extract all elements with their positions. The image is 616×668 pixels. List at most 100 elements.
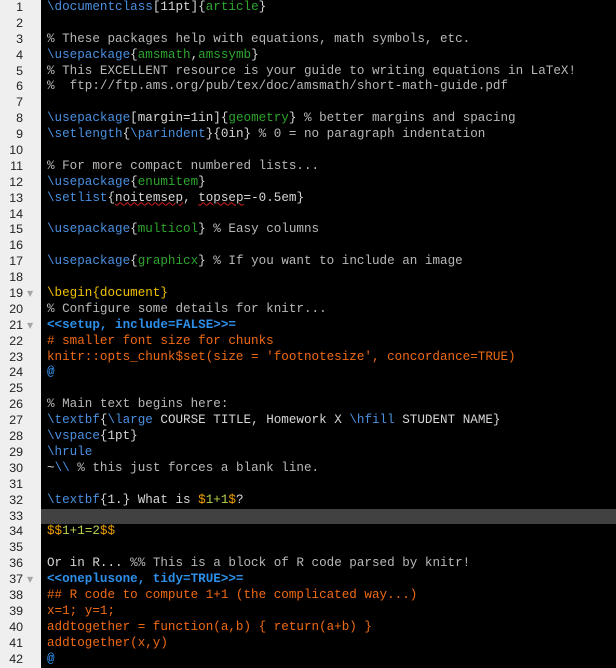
code-text[interactable]: \begin{document} (47, 286, 168, 302)
code-token: @ (47, 651, 55, 666)
code-text[interactable]: \setlist{noitemsep, topsep=-0.5em} (47, 191, 304, 207)
code-line[interactable]: 23 knitr::opts_chunk$set(size = 'footnote… (0, 350, 616, 366)
line-number: 20 (9, 301, 23, 316)
code-text[interactable]: ~\\ % this just forces a blank line. (47, 461, 319, 477)
code-line[interactable]: 13 \setlist{noitemsep, topsep=-0.5em} (0, 191, 616, 207)
code-line[interactable]: 24 @ (0, 365, 616, 381)
code-line[interactable]: 30 ~\\ % this just forces a blank line. (0, 461, 616, 477)
code-line[interactable]: 28 \vspace{1pt} (0, 429, 616, 445)
code-text[interactable]: \usepackage{graphicx} % If you want to i… (47, 254, 463, 270)
code-text[interactable]: \vspace{1pt} (47, 429, 138, 445)
code-token: } (198, 254, 214, 269)
code-text[interactable]: $$1+1=2$$ (47, 524, 115, 540)
code-line[interactable]: 17 \usepackage{graphicx} % If you want to… (0, 254, 616, 270)
code-line[interactable]: 42 @ (0, 652, 616, 668)
code-text[interactable]: @ (47, 365, 55, 381)
code-token: <<oneplusone, tidy=TRUE>>= (47, 572, 244, 587)
code-text[interactable]: % This EXCELLENT resource is your guide … (47, 64, 576, 80)
code-line[interactable]: 9 \setlength{\parindent}{0in} % 0 = no pa… (0, 127, 616, 143)
code-line[interactable]: 40 addtogether = function(a,b) { return(a… (0, 620, 616, 636)
code-text[interactable]: \usepackage[margin=1in]{geometry} % bett… (47, 111, 516, 127)
code-text[interactable]: ## R code to compute 1+1 (the complicate… (47, 588, 417, 604)
code-text[interactable]: knitr::opts_chunk$set(size = 'footnotesi… (47, 350, 516, 366)
code-line[interactable]: 15 \usepackage{multicol} % Easy columns (0, 222, 616, 238)
code-text[interactable]: <<setup, include=FALSE>>= (47, 318, 236, 334)
code-line[interactable]: 39 x=1; y=1; (0, 604, 616, 620)
code-line[interactable]: 8 \usepackage[margin=1in]{geometry} % bet… (0, 111, 616, 127)
fold-arrow-icon[interactable]: ▼ (27, 318, 33, 334)
code-line[interactable]: 10 (0, 143, 616, 159)
code-line[interactable]: 2 (0, 16, 616, 32)
code-token: amsmath (137, 47, 191, 62)
code-token: ? (235, 492, 244, 507)
code-line[interactable]: 11 % For more compact numbered lists... (0, 159, 616, 175)
code-line[interactable]: 21 ▼ <<setup, include=FALSE>>= (0, 318, 616, 334)
code-text[interactable]: <<oneplusone, tidy=TRUE>>= (47, 572, 244, 588)
code-text[interactable]: addtogether(x,y) (47, 636, 168, 652)
code-line[interactable]: 20 % Configure some details for knitr... (0, 302, 616, 318)
code-text[interactable]: % These packages help with equations, ma… (47, 32, 470, 48)
code-line[interactable]: 38 ## R code to compute 1+1 (the complica… (0, 588, 616, 604)
code-text[interactable]: addtogether = function(a,b) { return(a+b… (47, 620, 372, 636)
line-number: 4 (16, 47, 23, 62)
code-text[interactable]: % For more compact numbered lists... (47, 159, 319, 175)
line-number: 27 (9, 413, 23, 428)
line-number: 13 (9, 190, 23, 205)
code-token: $ (198, 492, 206, 507)
code-token: } (251, 47, 259, 62)
code-line[interactable]: 31 (0, 477, 616, 493)
line-number: 25 (9, 381, 23, 396)
code-token: [11pt]{ (152, 0, 206, 14)
code-lines[interactable]: 1 \documentclass[11pt]{article} 2 3 % These … (0, 0, 616, 667)
code-line[interactable]: 37 ▼ <<oneplusone, tidy=TRUE>>= (0, 572, 616, 588)
code-line[interactable]: 12 \usepackage{enumitem} (0, 175, 616, 191)
code-token: \textbf (47, 492, 100, 507)
code-text[interactable]: \textbf{1.} What is $1+1$? (47, 493, 244, 509)
code-token: 1+1=2 (62, 524, 100, 539)
code-token: \usepackage (47, 47, 131, 62)
code-text[interactable]: \usepackage{enumitem} (47, 175, 206, 191)
code-text[interactable]: \hrule (47, 445, 92, 461)
code-line[interactable]: 7 (0, 95, 616, 111)
code-line[interactable]: 27 \textbf{\large COURSE TITLE, Homework … (0, 413, 616, 429)
code-text[interactable]: % Main text begins here: (47, 397, 228, 413)
code-line[interactable]: 1 \documentclass[11pt]{article} (0, 0, 616, 16)
code-text[interactable]: \setlength{\parindent}{0in} % 0 = no par… (47, 127, 485, 143)
code-line[interactable]: 22 # smaller font size for chunks (0, 334, 616, 350)
code-token: % this just forces a blank line. (77, 460, 320, 475)
code-editor[interactable]: 1 \documentclass[11pt]{article} 2 3 % These … (0, 0, 616, 668)
code-line[interactable]: 32 \textbf{1.} What is $1+1$? (0, 493, 616, 509)
code-line[interactable]: 35 (0, 540, 616, 556)
code-line[interactable]: 6 % ftp://ftp.ams.org/pub/tex/doc/amsmath… (0, 79, 616, 95)
code-text[interactable]: \textbf{\large COURSE TITLE, Homework X … (47, 413, 501, 429)
code-line[interactable]: 18 (0, 270, 616, 286)
code-line[interactable]: 25 (0, 381, 616, 397)
code-text[interactable]: \documentclass[11pt]{article} (47, 0, 266, 16)
line-number: 30 (9, 460, 23, 475)
code-token: # smaller font size for chunks (47, 333, 274, 348)
code-line[interactable]: 36 Or in R... %% This is a block of R cod… (0, 556, 616, 572)
fold-arrow-icon[interactable]: ▼ (27, 572, 33, 588)
code-text[interactable]: \usepackage{multicol} % Easy columns (47, 222, 319, 238)
code-line[interactable]: 34 $$1+1=2$$ (0, 524, 616, 540)
code-line[interactable]: 3 % These packages help with equations, m… (0, 32, 616, 48)
code-line[interactable]: 29 \hrule (0, 445, 616, 461)
code-text[interactable]: x=1; y=1; (47, 604, 115, 620)
code-line[interactable]: 19 ▼ \begin{document} (0, 286, 616, 302)
code-token: noitemsep (115, 190, 184, 205)
code-line[interactable]: 41 addtogether(x,y) (0, 636, 616, 652)
code-line[interactable]: 26 % Main text begins here: (0, 397, 616, 413)
code-text[interactable]: % Configure some details for knitr... (47, 302, 327, 318)
code-line[interactable]: 4 \usepackage{amsmath,amssymb} (0, 48, 616, 64)
code-text[interactable]: # smaller font size for chunks (47, 334, 274, 350)
code-text[interactable]: \usepackage{amsmath,amssymb} (47, 48, 259, 64)
code-token: % better margins and spacing (303, 111, 516, 126)
code-text[interactable]: Or in R... %% This is a block of R code … (47, 556, 470, 572)
active-code-line[interactable]: 33 (0, 508, 616, 525)
code-line[interactable]: 16 (0, 238, 616, 254)
code-text[interactable]: @ (47, 652, 55, 668)
code-line[interactable]: 5 % This EXCELLENT resource is your guide… (0, 64, 616, 80)
code-line[interactable]: 14 (0, 207, 616, 223)
code-text[interactable]: % ftp://ftp.ams.org/pub/tex/doc/amsmath/… (47, 79, 508, 95)
fold-arrow-icon[interactable]: ▼ (27, 286, 33, 302)
